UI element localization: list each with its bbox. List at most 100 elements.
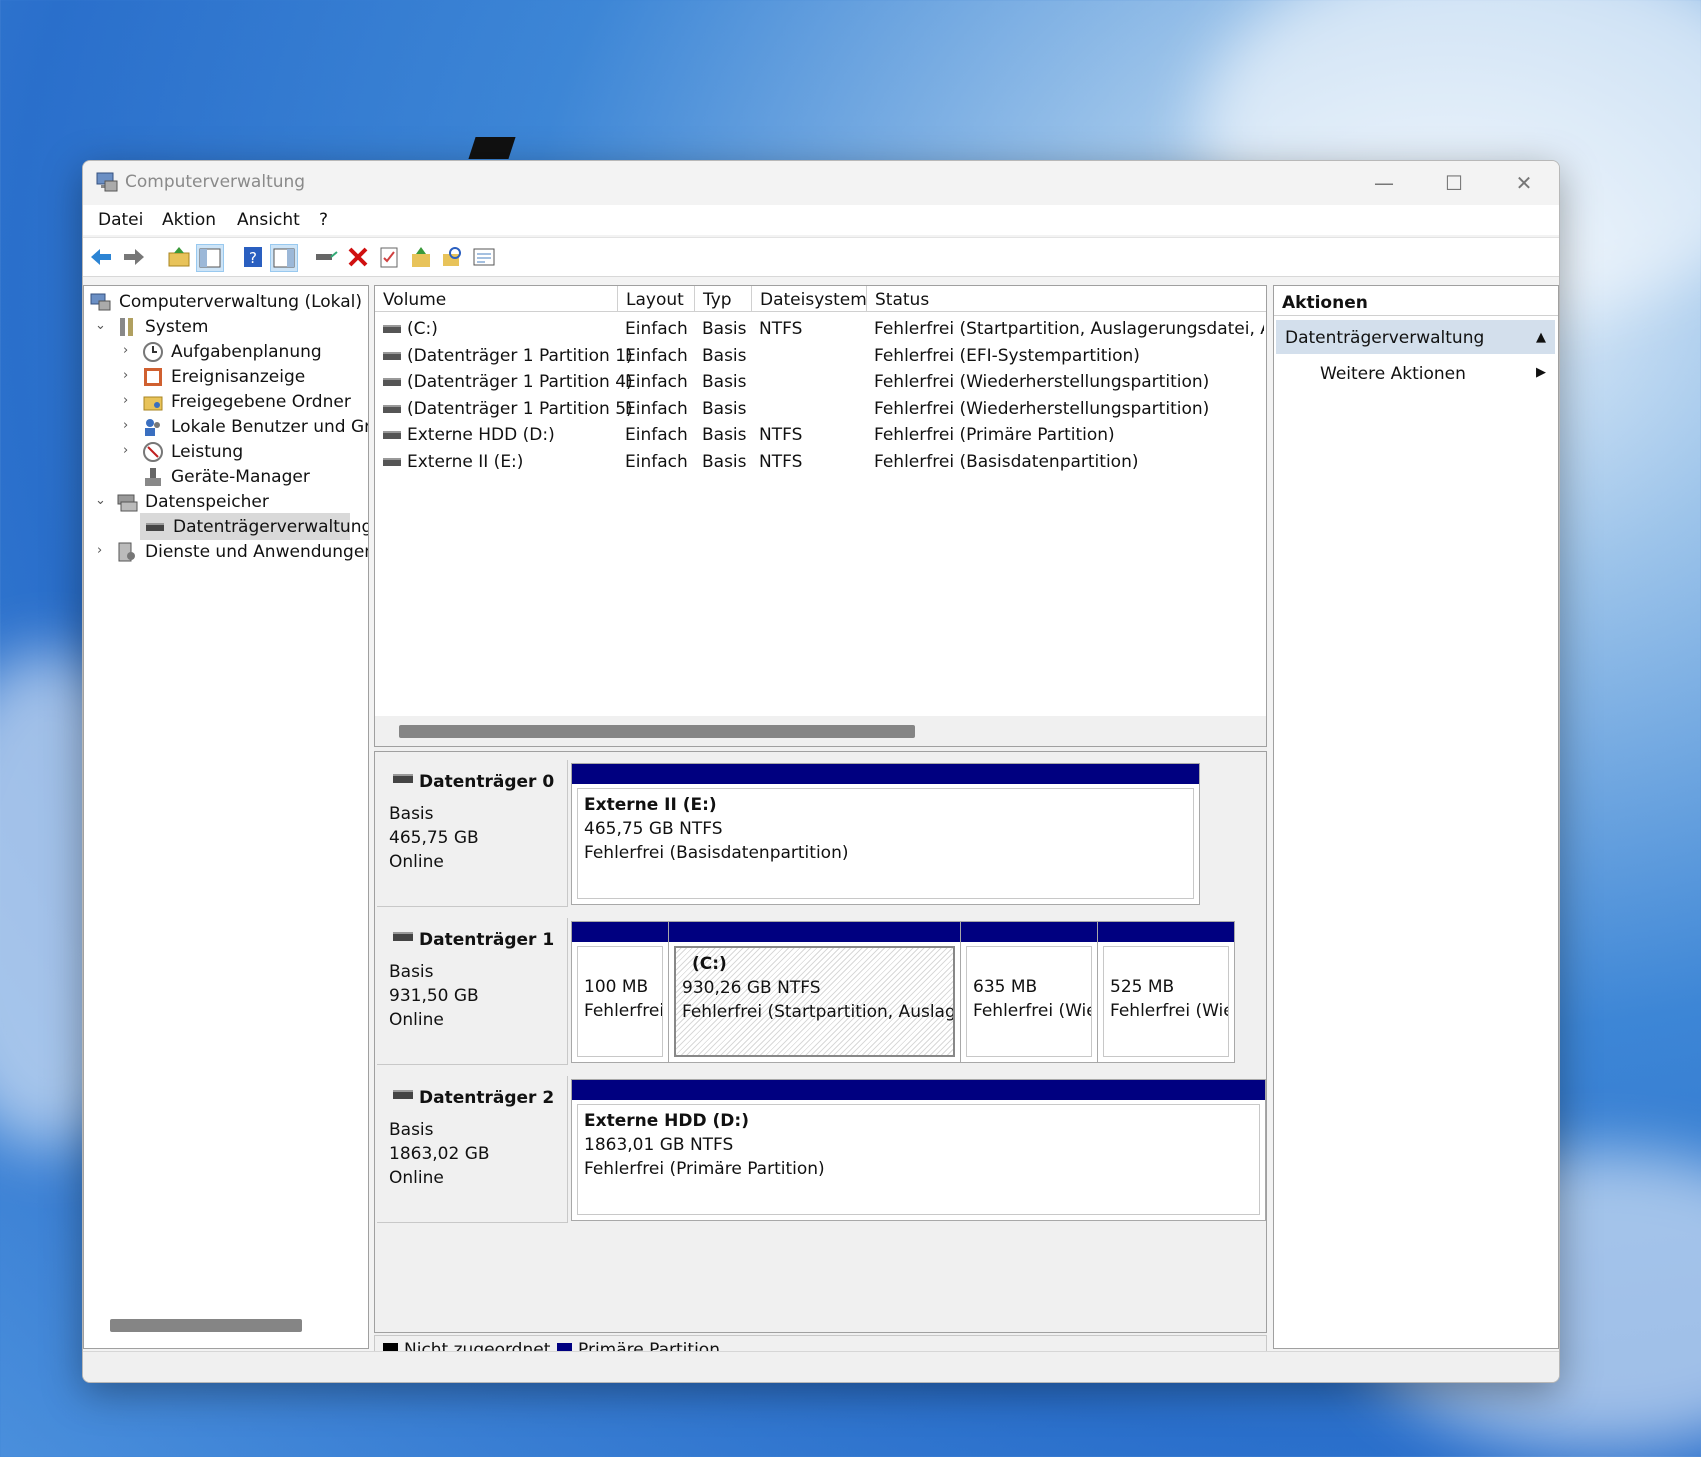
chevron-down-icon[interactable]: ⌄ bbox=[95, 318, 106, 333]
partition-status: Fehlerfrei (Primäre Partition) bbox=[584, 1159, 825, 1179]
disk-management-icon bbox=[146, 522, 164, 531]
actions-section-disk-management[interactable]: Datenträgerverwaltung ▲ bbox=[1276, 320, 1555, 354]
tree-item-device-manager[interactable]: Geräte-Manager bbox=[142, 463, 310, 490]
back-arrow-icon[interactable] bbox=[88, 244, 114, 270]
cell-status-text: Fehlerfrei (Startpartition, Auslagerungs… bbox=[874, 319, 1264, 339]
cell-type-text: Basis bbox=[702, 451, 747, 472]
column-header-volume[interactable]: Volume bbox=[375, 286, 618, 312]
column-header-layout[interactable]: Layout bbox=[618, 286, 695, 312]
tree-item-disk-management[interactable]: Datenträgerverwaltung bbox=[140, 513, 368, 540]
cell-type-text: Basis bbox=[702, 425, 747, 445]
cell-type-text: Basis bbox=[702, 372, 747, 392]
caret-up-icon[interactable]: ▲ bbox=[1536, 320, 1546, 356]
cell-layout: Einfach bbox=[625, 372, 688, 392]
partition-c[interactable]: (C:) 930,26 GB NTFS Fehlerfrei (Startpar… bbox=[668, 921, 961, 1063]
svg-text:?: ? bbox=[249, 249, 257, 267]
tree-item-local-users[interactable]: Lokale Benutzer und Gru bbox=[142, 413, 368, 440]
disk-0-label[interactable]: Datenträger 0 Basis 465,75 GB Online bbox=[377, 760, 568, 907]
tree-item-storage[interactable]: Datenspeicher bbox=[116, 488, 269, 515]
tree-item-task-scheduler[interactable]: Aufgabenplanung bbox=[142, 338, 322, 365]
tree-root-label: Computerverwaltung (Lokal) bbox=[119, 291, 362, 312]
volume-icon bbox=[383, 378, 401, 386]
tree-root[interactable]: Computerverwaltung (Lokal) bbox=[90, 288, 362, 315]
export-icon[interactable] bbox=[408, 244, 434, 270]
cell-layout: Einfach bbox=[625, 319, 688, 339]
help-icon[interactable]: ? bbox=[240, 244, 266, 270]
cell-type: Basis bbox=[702, 399, 747, 419]
cell-volume: (C:) bbox=[383, 319, 438, 339]
maximize-button[interactable]: ☐ bbox=[1419, 161, 1489, 205]
storage-icon bbox=[117, 494, 138, 511]
chevron-right-icon[interactable]: › bbox=[97, 543, 102, 558]
primary-partition-bar bbox=[669, 922, 960, 942]
cell-status-text: Fehlerfrei (Basisdatenpartition) bbox=[874, 451, 1139, 472]
tree-item-system[interactable]: System bbox=[116, 313, 208, 340]
window-title: Computerverwaltung bbox=[125, 172, 306, 192]
cell-status: Fehlerfrei (Primäre Partition) bbox=[874, 425, 1264, 445]
disk-state: Online bbox=[389, 1010, 444, 1030]
find-icon[interactable] bbox=[439, 244, 465, 270]
tree-item-performance[interactable]: Leistung bbox=[142, 438, 243, 465]
cell-volume-text: (Datenträger 1 Partition 5) bbox=[407, 398, 633, 419]
cell-type-text: Basis bbox=[702, 319, 747, 339]
tree-item-shared-folders[interactable]: Freigegebene Ordner bbox=[142, 388, 351, 415]
tree-horizontal-scrollbar[interactable] bbox=[110, 1319, 302, 1332]
cell-status: Fehlerfrei (Startpartition, Auslagerungs… bbox=[874, 319, 1264, 339]
menu-aktion[interactable]: Aktion bbox=[162, 210, 216, 230]
menu-datei[interactable]: Datei bbox=[98, 210, 143, 230]
column-header-type[interactable]: Typ bbox=[695, 286, 752, 312]
partition-size: 465,75 GB NTFS bbox=[584, 819, 723, 839]
partition-title: Externe II (E:) bbox=[584, 795, 717, 815]
disk-2-label[interactable]: Datenträger 2 Basis 1863,02 GB Online bbox=[377, 1076, 568, 1223]
cell-filesystem-text: NTFS bbox=[759, 319, 803, 339]
connect-disk-icon[interactable] bbox=[313, 244, 339, 270]
delete-icon[interactable] bbox=[345, 244, 371, 270]
list-horizontal-scrollbar[interactable] bbox=[399, 725, 915, 738]
chevron-right-icon[interactable]: › bbox=[123, 343, 128, 358]
disk-1-label[interactable]: Datenträger 1 Basis 931,50 GB Online bbox=[377, 918, 568, 1065]
users-icon bbox=[145, 418, 160, 436]
chevron-right-icon[interactable]: › bbox=[123, 443, 128, 458]
view-options-icon[interactable] bbox=[471, 244, 497, 270]
check-properties-icon[interactable] bbox=[376, 244, 402, 270]
partition-recovery-1[interactable]: 635 MB Fehlerfrei (Wie bbox=[960, 921, 1098, 1063]
cell-layout: Einfach bbox=[625, 399, 688, 419]
clock-icon bbox=[143, 341, 163, 362]
status-bar bbox=[83, 1351, 1559, 1382]
forward-arrow-icon[interactable] bbox=[121, 244, 147, 270]
shared-folder-icon bbox=[143, 396, 163, 410]
disk-icon bbox=[393, 1090, 413, 1099]
chevron-right-icon[interactable]: › bbox=[123, 393, 128, 408]
minimize-button[interactable]: — bbox=[1349, 161, 1419, 205]
tree-item-event-viewer[interactable]: Ereignisanzeige bbox=[142, 363, 305, 390]
show-hide-action-pane-icon[interactable] bbox=[270, 244, 298, 272]
menu-ansicht[interactable]: Ansicht bbox=[237, 210, 300, 230]
up-folder-icon[interactable] bbox=[166, 244, 192, 270]
volume-list: Volume Layout Typ Dateisystem Status (C:… bbox=[374, 285, 1267, 747]
partition-efi[interactable]: 100 MB Fehlerfrei bbox=[571, 921, 669, 1063]
close-button[interactable]: ✕ bbox=[1489, 161, 1559, 205]
partition-e[interactable]: Externe II (E:) 465,75 GB NTFS Fehlerfre… bbox=[571, 763, 1200, 905]
column-header-status[interactable]: Status bbox=[867, 286, 1266, 312]
column-header-filesystem[interactable]: Dateisystem bbox=[752, 286, 867, 312]
partition-d[interactable]: Externe HDD (D:) 1863,01 GB NTFS Fehlerf… bbox=[571, 1079, 1266, 1221]
chevron-down-icon[interactable]: ⌄ bbox=[95, 493, 106, 508]
tree-item-label: Freigegebene Ordner bbox=[171, 391, 351, 412]
partition-title bbox=[973, 951, 1085, 975]
more-actions-item[interactable]: Weitere Aktionen bbox=[1320, 364, 1466, 384]
disk-name: Datenträger 0 bbox=[419, 772, 555, 792]
primary-partition-bar bbox=[572, 1080, 1265, 1100]
more-actions-label: Weitere Aktionen bbox=[1320, 364, 1466, 384]
menu-help[interactable]: ? bbox=[319, 210, 328, 230]
show-hide-console-tree-icon[interactable] bbox=[196, 244, 224, 272]
chevron-right-icon[interactable]: › bbox=[123, 418, 128, 433]
cell-volume: Externe HDD (D:) bbox=[383, 425, 555, 445]
cell-filesystem-text: NTFS bbox=[759, 425, 803, 445]
disk-size: 1863,02 GB bbox=[389, 1144, 490, 1164]
chevron-right-icon[interactable]: › bbox=[123, 368, 128, 383]
partition-recovery-2[interactable]: 525 MB Fehlerfrei (Wie bbox=[1097, 921, 1235, 1063]
cell-filesystem: NTFS bbox=[759, 319, 802, 339]
tree-item-label: Aufgabenplanung bbox=[171, 341, 322, 362]
tree-item-services[interactable]: Dienste und Anwendungen bbox=[116, 538, 368, 565]
caret-right-icon[interactable]: ▶ bbox=[1536, 365, 1546, 380]
